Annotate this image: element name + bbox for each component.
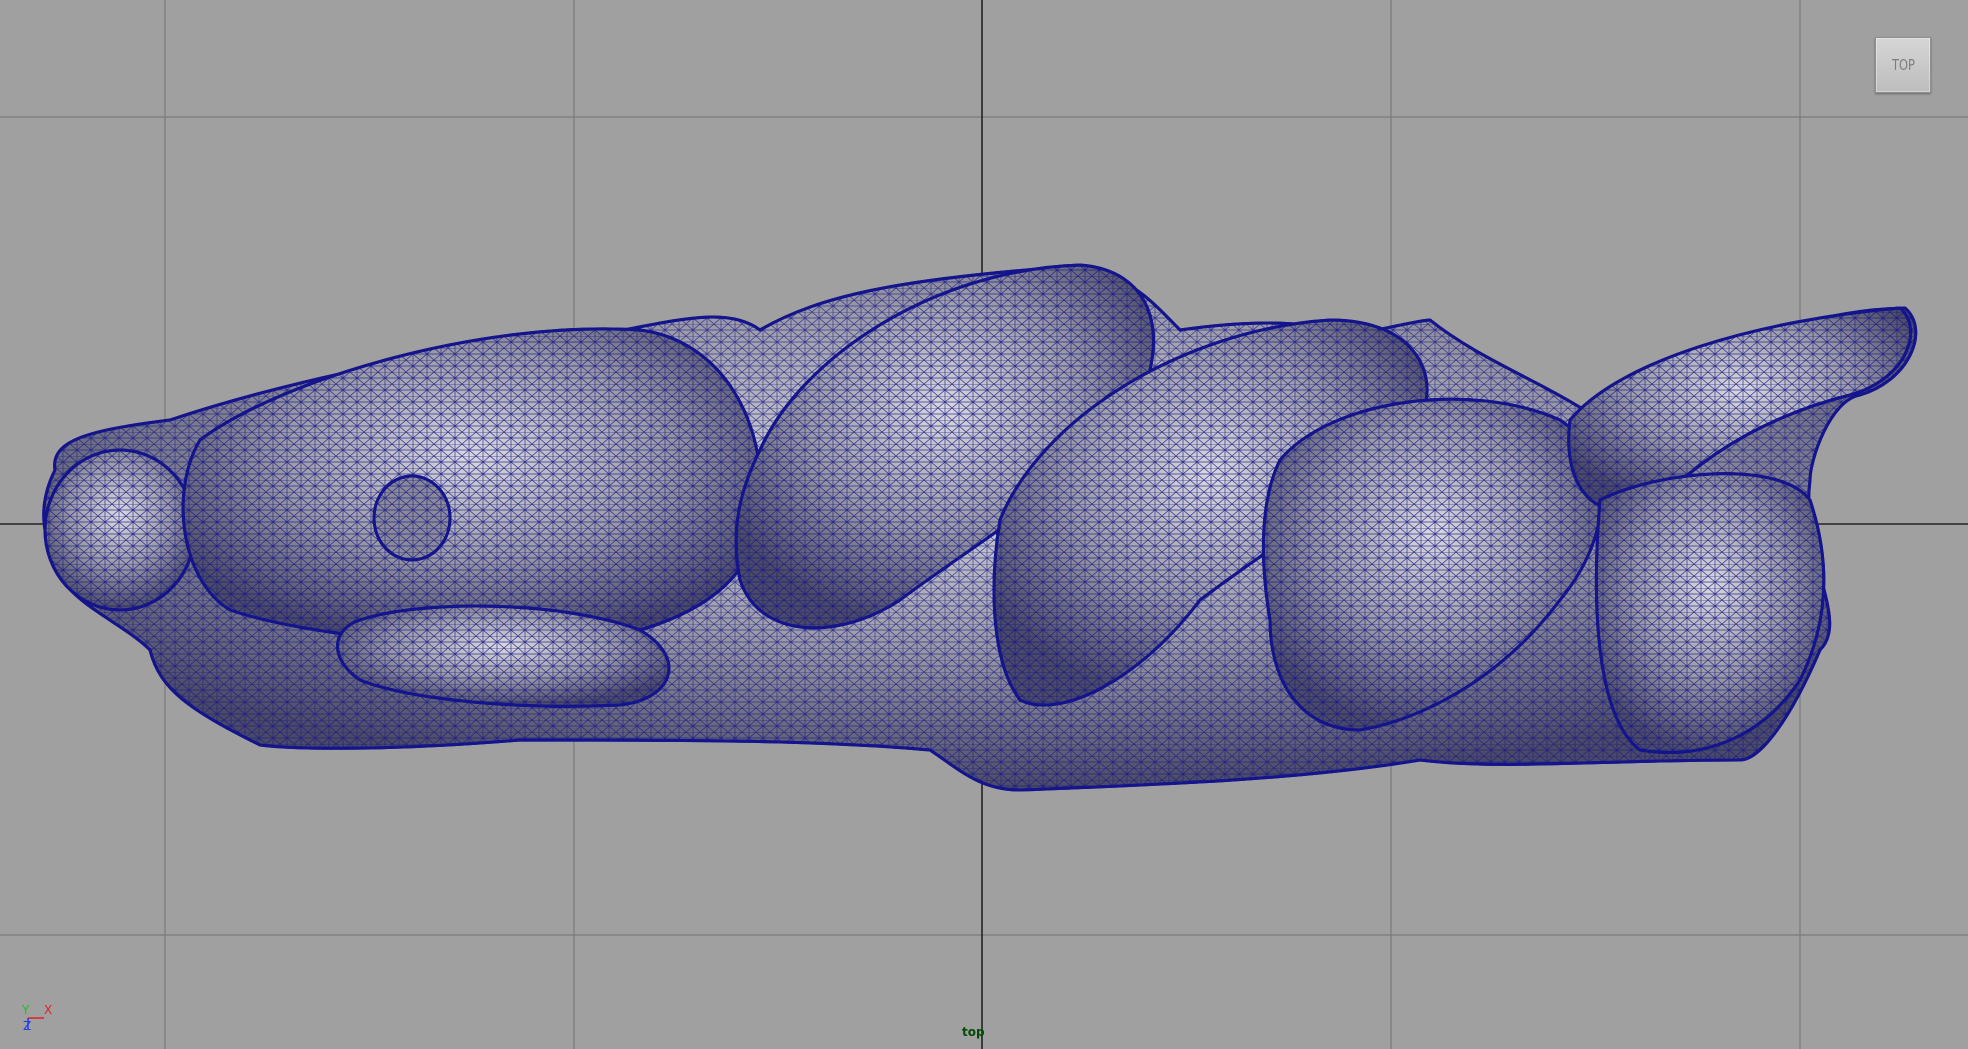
axis-orientation-gizmo: Y X Z bbox=[20, 1000, 60, 1040]
view-cube-label: TOP bbox=[1891, 56, 1915, 74]
axis-y-label: Y bbox=[22, 1003, 30, 1017]
wireframe-mesh-model[interactable] bbox=[0, 0, 1968, 1049]
axis-x-label: X bbox=[44, 1003, 53, 1017]
3d-viewport[interactable]: TOP Y X Z top bbox=[0, 0, 1968, 1049]
view-cube-top[interactable]: TOP bbox=[1875, 37, 1931, 93]
axis-z-label: Z bbox=[23, 1019, 32, 1033]
camera-name-label: top bbox=[962, 1025, 985, 1039]
